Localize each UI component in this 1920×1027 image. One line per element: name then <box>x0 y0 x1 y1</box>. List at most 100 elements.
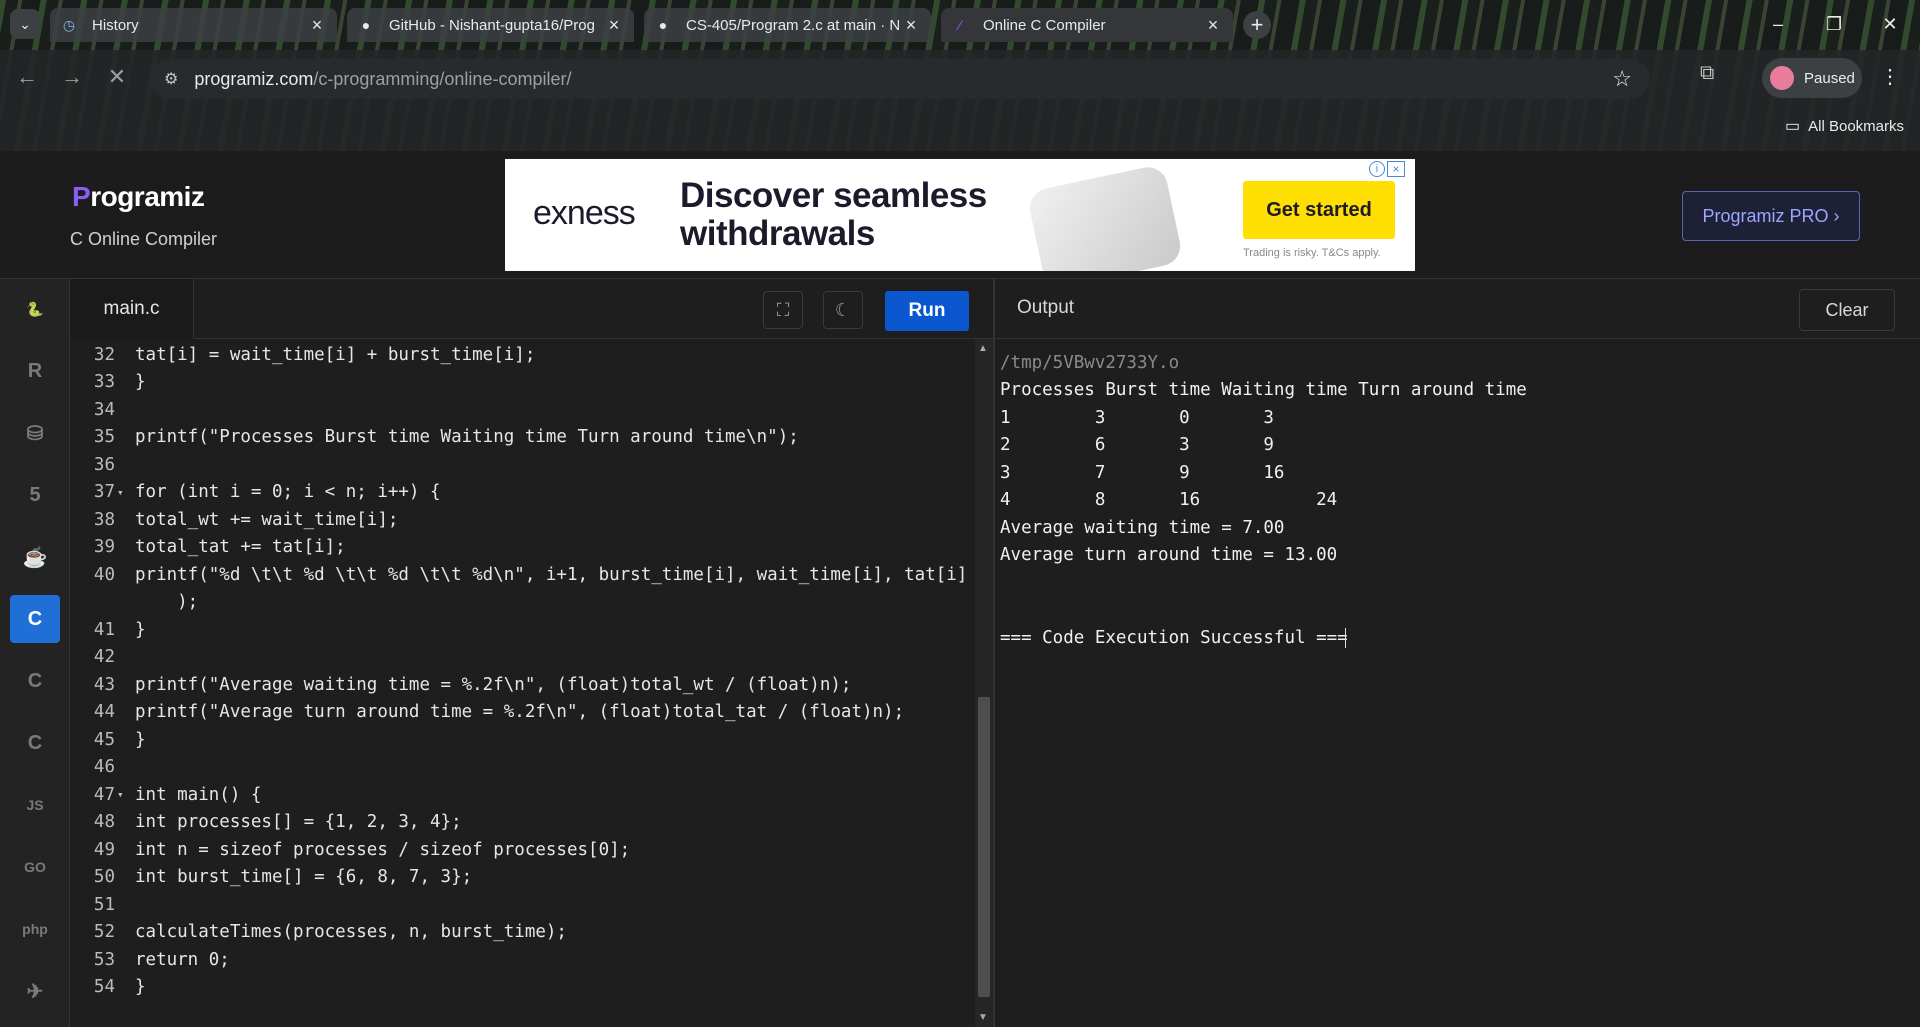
code-text: printf("Average waiting time = %.2f\n", … <box>135 674 852 695</box>
stop-loading-button[interactable]: ✕ <box>100 60 134 94</box>
text-cursor <box>1345 628 1346 648</box>
tab-title: GitHub - Nishant-gupta16/Prog <box>389 16 595 34</box>
code-line[interactable]: 51 <box>70 891 135 918</box>
code-line[interactable]: 35 printf("Processes Burst time Waiting t… <box>70 424 799 451</box>
ad-disclaimer: Trading is risky. T&Cs apply. <box>1243 247 1381 259</box>
code-line[interactable]: 42 <box>70 644 135 671</box>
code-line[interactable]: 50 int burst_time[] = {6, 8, 7, 3}; <box>70 864 472 891</box>
tab-online-c-compiler[interactable]: ⁄ Online C Compiler × <box>941 8 1233 42</box>
language-c-button[interactable]: C <box>10 595 60 643</box>
code-line[interactable]: 52 calculateTimes(processes, n, burst_tim… <box>70 919 567 946</box>
forward-button[interactable]: → <box>55 60 89 94</box>
site-info-icon[interactable]: ⚙ <box>164 69 178 89</box>
ad-headline-line-1: Discover seamless <box>680 176 987 215</box>
restore-button[interactable]: ❐ <box>1806 0 1862 48</box>
code-line[interactable]: 53 return 0; <box>70 946 230 973</box>
output-line: Processes Burst time Waiting time Turn a… <box>1000 380 1527 400</box>
language-sql-button[interactable]: ⛁ <box>10 409 60 457</box>
tab-search-button[interactable]: ⌄ <box>10 9 40 39</box>
language-js-button[interactable]: JS <box>10 781 60 829</box>
line-number: 33 <box>93 372 115 392</box>
language-cpp-button[interactable]: C <box>10 657 60 705</box>
ad-close-icon[interactable]: × <box>1387 161 1405 177</box>
programiz-pro-button[interactable]: Programiz PRO › <box>1682 191 1860 241</box>
tab-github-program[interactable]: ● CS-405/Program 2.c at main · N × <box>644 8 931 42</box>
file-tab-main-c[interactable]: main.c <box>70 279 194 339</box>
close-tab-icon[interactable]: × <box>901 15 921 36</box>
code-line[interactable]: 41} <box>70 616 146 643</box>
language-go-button[interactable]: GO <box>10 843 60 891</box>
tab-history[interactable]: ◷ History × <box>50 8 337 42</box>
scrollbar-thumb[interactable] <box>978 697 990 997</box>
editor-scrollbar[interactable]: ▲ ▼ <box>975 339 993 1027</box>
code-line[interactable]: 46 <box>70 754 135 781</box>
code-area[interactable]: 32 tat[i] = wait_time[i] + burst_time[i];… <box>70 339 970 1027</box>
run-button[interactable]: Run <box>885 291 969 331</box>
history-icon: ◷ <box>62 16 76 33</box>
language-csharp-button[interactable]: C <box>10 719 60 767</box>
back-button[interactable]: ← <box>10 60 44 94</box>
code-line[interactable]: 47 ▾ int main() { <box>70 781 262 808</box>
code-line[interactable]: ); <box>70 589 198 616</box>
close-tab-icon[interactable]: × <box>307 15 327 36</box>
code-line[interactable]: 36 <box>70 451 135 478</box>
minimize-button[interactable]: – <box>1750 0 1806 48</box>
new-tab-button[interactable]: + <box>1243 11 1271 39</box>
ad-get-started-button[interactable]: Get started <box>1243 181 1395 239</box>
fold-arrow-icon[interactable]: ▾ <box>117 788 135 801</box>
python-icon: 🐍 <box>26 300 44 317</box>
line-number: 40 <box>93 564 115 585</box>
scroll-up-icon[interactable]: ▲ <box>978 343 988 354</box>
programiz-logo[interactable]: Programiz <box>72 181 205 213</box>
code-line[interactable]: 44 printf("Average turn around time = %.2… <box>70 699 904 726</box>
code-line[interactable]: 45} <box>70 726 146 753</box>
code-line[interactable]: 32 tat[i] = wait_time[i] + burst_time[i]; <box>70 341 535 368</box>
language-swift-button[interactable]: ✈ <box>10 967 60 1015</box>
advertisement-banner[interactable]: exness Discover seamless withdrawals Get… <box>505 159 1415 271</box>
line-number: 50 <box>93 867 115 887</box>
code-line[interactable]: 39 total_tat += tat[i]; <box>70 534 346 561</box>
code-line[interactable]: 34 <box>70 396 135 423</box>
line-number: 36 <box>93 454 115 475</box>
fullscreen-icon[interactable]: ⛶ <box>763 291 803 329</box>
address-bar[interactable]: ⚙ programiz.com/c-programming/online-com… <box>150 59 1650 99</box>
language-python-button[interactable]: 🐍 <box>10 285 60 333</box>
code-line[interactable]: 54} <box>70 974 146 1001</box>
scroll-down-icon[interactable]: ▼ <box>978 1012 988 1023</box>
language-html-button[interactable]: 5 <box>10 471 60 519</box>
fold-arrow-icon[interactable]: ▾ <box>117 486 135 499</box>
code-text: int main() { <box>135 784 262 805</box>
profile-button[interactable]: Paused <box>1762 58 1862 98</box>
folder-icon: ▭ <box>1785 118 1801 135</box>
close-tab-icon[interactable]: × <box>604 15 624 36</box>
page-subtitle: C Online Compiler <box>70 229 218 249</box>
close-window-button[interactable]: ✕ <box>1862 0 1918 48</box>
code-text: } <box>135 619 146 640</box>
close-tab-icon[interactable]: × <box>1203 15 1223 36</box>
output-line: 4 8 16 24 <box>1000 490 1338 510</box>
code-line[interactable]: 37 ▾ for (int i = 0; i < n; i++) { <box>70 479 441 506</box>
output-line: 2 6 3 9 <box>1000 435 1274 455</box>
language-php-button[interactable]: php <box>10 905 60 953</box>
code-line[interactable]: 49 int n = sizeof processes / sizeof proc… <box>70 836 630 863</box>
language-java-button[interactable]: ☕ <box>10 533 60 581</box>
tab-title: History <box>92 16 139 34</box>
ad-info-icon[interactable]: i <box>1369 161 1385 177</box>
clear-button[interactable]: Clear <box>1799 289 1895 331</box>
php-icon: php <box>22 921 48 937</box>
code-line[interactable]: 33} <box>70 369 146 396</box>
all-bookmarks-button[interactable]: ▭ All Bookmarks <box>1785 116 1904 136</box>
github-icon: ● <box>361 17 371 33</box>
browser-menu-icon[interactable]: ⋮ <box>1880 64 1900 89</box>
extensions-icon[interactable]: ⧉ <box>1700 62 1714 85</box>
code-line[interactable]: 43 printf("Average waiting time = %.2f\n"… <box>70 671 852 698</box>
line-number: 51 <box>93 894 115 915</box>
tab-github-profile[interactable]: ● GitHub - Nishant-gupta16/Prog × <box>347 8 634 42</box>
code-line[interactable]: 40 printf("%d \t\t %d \t\t %d \t\t %d\n",… <box>70 561 967 588</box>
code-line[interactable]: 48 int processes[] = {1, 2, 3, 4}; <box>70 809 462 836</box>
dark-mode-icon[interactable]: ☾ <box>823 291 863 329</box>
code-line[interactable]: 38 total_wt += wait_time[i]; <box>70 506 398 533</box>
language-r-button[interactable]: R <box>10 347 60 395</box>
csharp-icon: C <box>27 731 43 754</box>
bookmark-star-icon[interactable]: ☆ <box>1612 66 1632 92</box>
